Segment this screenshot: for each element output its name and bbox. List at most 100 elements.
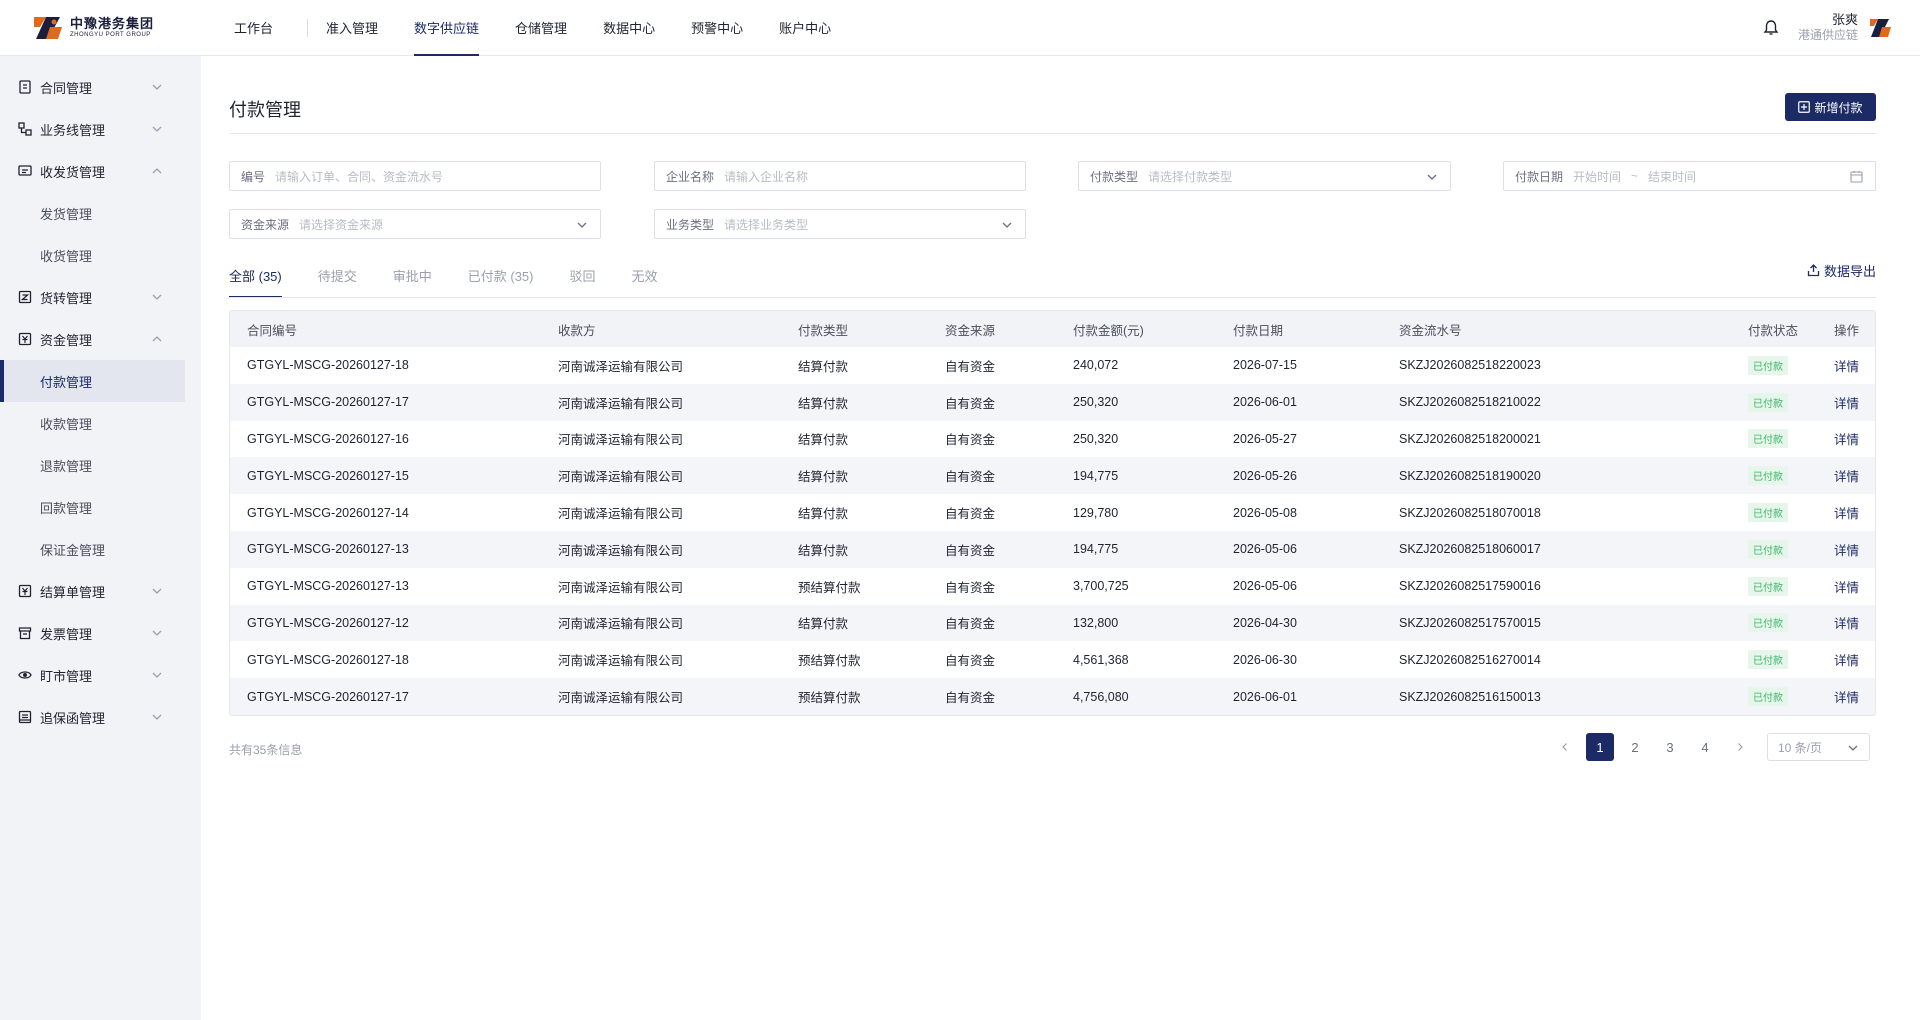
prev-page-button[interactable] [1551, 733, 1579, 761]
nav-access[interactable]: 准入管理 [326, 0, 396, 56]
company-logo[interactable]: 中豫港务集团 ZHONGYU PORT GROUP [32, 13, 202, 43]
tab-all[interactable]: 全部 (35) [229, 262, 282, 298]
sidebar-sub-deposit[interactable]: 保证金管理 [0, 528, 185, 570]
bell-icon[interactable] [1762, 19, 1780, 37]
status-badge: 已付款 [1748, 503, 1788, 523]
start-date-input[interactable]: 开始时间 [1573, 168, 1621, 185]
biz-type-select[interactable]: 业务类型 请选择业务类型 [654, 209, 1026, 239]
sidebar-item-label: 资金管理 [40, 332, 93, 348]
detail-link[interactable]: 详情 [1834, 613, 1859, 632]
page-size-select[interactable]: 10 条/页 [1767, 733, 1870, 761]
table-row[interactable]: GTGYL-MSCG-20260127-17 河南诚泽运输有限公司 结算付款 自… [230, 383, 1875, 421]
status-badge: 已付款 [1748, 576, 1788, 596]
chevron-down-icon [1427, 174, 1437, 180]
table-row[interactable]: GTGYL-MSCG-20260127-12 河南诚泽运输有限公司 结算付款 自… [230, 604, 1875, 642]
detail-link[interactable]: 详情 [1834, 503, 1859, 522]
page-4-button[interactable]: 4 [1691, 733, 1719, 761]
contract-no: GTGYL-MSCG-20260127-18 [247, 358, 409, 373]
payee: 河南诚泽运输有限公司 [558, 470, 684, 485]
detail-link[interactable]: 详情 [1834, 577, 1859, 596]
sidebar-item-fund[interactable]: 资金管理 [0, 318, 185, 360]
chevron-down-icon [152, 672, 162, 678]
chevron-down-icon [1848, 745, 1858, 751]
sidebar-item-invoice[interactable]: 发票管理 [0, 612, 185, 654]
table-row[interactable]: GTGYL-MSCG-20260127-17 河南诚泽运输有限公司 预结算付款 … [230, 678, 1875, 715]
detail-link[interactable]: 详情 [1834, 356, 1859, 375]
sidebar-item-contract[interactable]: 合同管理 [0, 66, 185, 108]
fund-source: 自有资金 [945, 543, 996, 558]
pay-type-select[interactable]: 付款类型 请选择付款类型 [1078, 161, 1451, 191]
contract-no: GTGYL-MSCG-20260127-14 [247, 505, 409, 520]
tab-pending-submit[interactable]: 待提交 [318, 262, 357, 298]
sidebar-item-settlement[interactable]: 结算单管理 [0, 570, 185, 612]
code-input[interactable]: 请输入订单、合同、资金流水号 [275, 168, 443, 185]
divider [229, 133, 1876, 134]
page-3-button[interactable]: 3 [1656, 733, 1684, 761]
avatar[interactable] [1868, 16, 1892, 40]
sidebar-item-business-line[interactable]: 业务线管理 [0, 108, 185, 150]
pay-date-range[interactable]: 付款日期 开始时间 ~ 结束时间 [1503, 161, 1876, 191]
sidebar-item-mark-to-market[interactable]: 盯市管理 [0, 654, 185, 696]
nav-digital-supply-chain[interactable]: 数字供应链 [396, 0, 497, 56]
biz-type-label: 业务类型 [666, 217, 715, 232]
sidebar-item-guarantee[interactable]: 追保函管理 [0, 696, 185, 738]
nav-warning-center[interactable]: 预警中心 [673, 0, 761, 56]
user-organization: 港通供应链 [1797, 28, 1858, 43]
table-row[interactable]: GTGYL-MSCG-20260127-18 河南诚泽运输有限公司 结算付款 自… [230, 347, 1875, 384]
sidebar-sub-repayment[interactable]: 回款管理 [0, 486, 185, 528]
tab-invalid[interactable]: 无效 [632, 262, 658, 298]
end-date-input[interactable]: 结束时间 [1648, 168, 1696, 185]
table-row[interactable]: GTGYL-MSCG-20260127-13 河南诚泽运输有限公司 预结算付款 … [230, 567, 1875, 605]
sidebar-item-cargo-transfer[interactable]: 货转管理 [0, 276, 185, 318]
user-name[interactable]: 张爽 [1832, 12, 1858, 28]
pagination: 1 2 3 4 [1551, 733, 1761, 761]
fund-source: 自有资金 [945, 396, 996, 411]
detail-link[interactable]: 详情 [1834, 687, 1859, 706]
table-row[interactable]: GTGYL-MSCG-20260127-15 河南诚泽运输有限公司 结算付款 自… [230, 457, 1875, 495]
detail-link[interactable]: 详情 [1834, 650, 1859, 669]
table-row[interactable]: GTGYL-MSCG-20260127-18 河南诚泽运输有限公司 预结算付款 … [230, 641, 1875, 679]
chevron-down-icon [152, 294, 162, 300]
fund-source-select[interactable]: 资金来源 请选择资金来源 [229, 209, 601, 239]
next-page-button[interactable] [1726, 733, 1754, 761]
serial-no: SKZJ2026082518060017 [1399, 542, 1541, 557]
nav-data-center[interactable]: 数据中心 [585, 0, 673, 56]
tab-in-approval[interactable]: 审批中 [393, 262, 432, 298]
sidebar-item-label: 发票管理 [40, 626, 93, 642]
nav-account-center[interactable]: 账户中心 [761, 0, 849, 56]
table-row[interactable]: GTGYL-MSCG-20260127-13 河南诚泽运输有限公司 结算付款 自… [230, 530, 1875, 568]
detail-link[interactable]: 详情 [1834, 429, 1859, 448]
company-input[interactable]: 请输入企业名称 [724, 168, 808, 185]
sidebar-sub-refund[interactable]: 退款管理 [0, 444, 185, 486]
detail-link[interactable]: 详情 [1834, 393, 1859, 412]
amount: 4,756,080 [1073, 689, 1129, 704]
tab-rejected[interactable]: 驳回 [570, 262, 596, 298]
add-payment-button[interactable]: 新增付款 [1785, 93, 1876, 121]
pay-date: 2026-05-27 [1233, 431, 1297, 446]
page-1-button[interactable]: 1 [1586, 733, 1614, 761]
page-2-button[interactable]: 2 [1621, 733, 1649, 761]
code-field[interactable]: 编号 请输入订单、合同、资金流水号 [229, 161, 601, 191]
eye-icon [18, 671, 32, 679]
sidebar-sub-delivery[interactable]: 发货管理 [0, 192, 185, 234]
export-label: 数据导出 [1824, 264, 1877, 279]
table-row[interactable]: GTGYL-MSCG-20260127-16 河南诚泽运输有限公司 结算付款 自… [230, 420, 1875, 458]
sidebar-sub-payment[interactable]: 付款管理 [0, 360, 185, 402]
contract-no: GTGYL-MSCG-20260127-13 [247, 542, 409, 557]
sidebar-sub-receipt[interactable]: 收货管理 [0, 234, 185, 276]
export-button[interactable]: 数据导出 [1807, 261, 1876, 280]
nav-warehouse[interactable]: 仓储管理 [497, 0, 585, 56]
col-fund-source: 资金来源 [945, 323, 996, 338]
company-field[interactable]: 企业名称 请输入企业名称 [654, 161, 1026, 191]
nav-workbench[interactable]: 工作台 [234, 0, 307, 56]
pay-type: 结算付款 [798, 543, 849, 558]
table-row[interactable]: GTGYL-MSCG-20260127-14 河南诚泽运输有限公司 结算付款 自… [230, 494, 1875, 531]
nav-divider [307, 18, 309, 37]
detail-link[interactable]: 详情 [1834, 466, 1859, 485]
sidebar-sub-collection[interactable]: 收款管理 [0, 402, 185, 444]
sidebar-item-shipping[interactable]: 收发货管理 [0, 150, 185, 192]
detail-link[interactable]: 详情 [1834, 540, 1859, 559]
tab-paid[interactable]: 已付款 (35) [468, 262, 534, 298]
chevron-up-icon [152, 336, 162, 342]
chevron-down-icon [152, 714, 162, 720]
